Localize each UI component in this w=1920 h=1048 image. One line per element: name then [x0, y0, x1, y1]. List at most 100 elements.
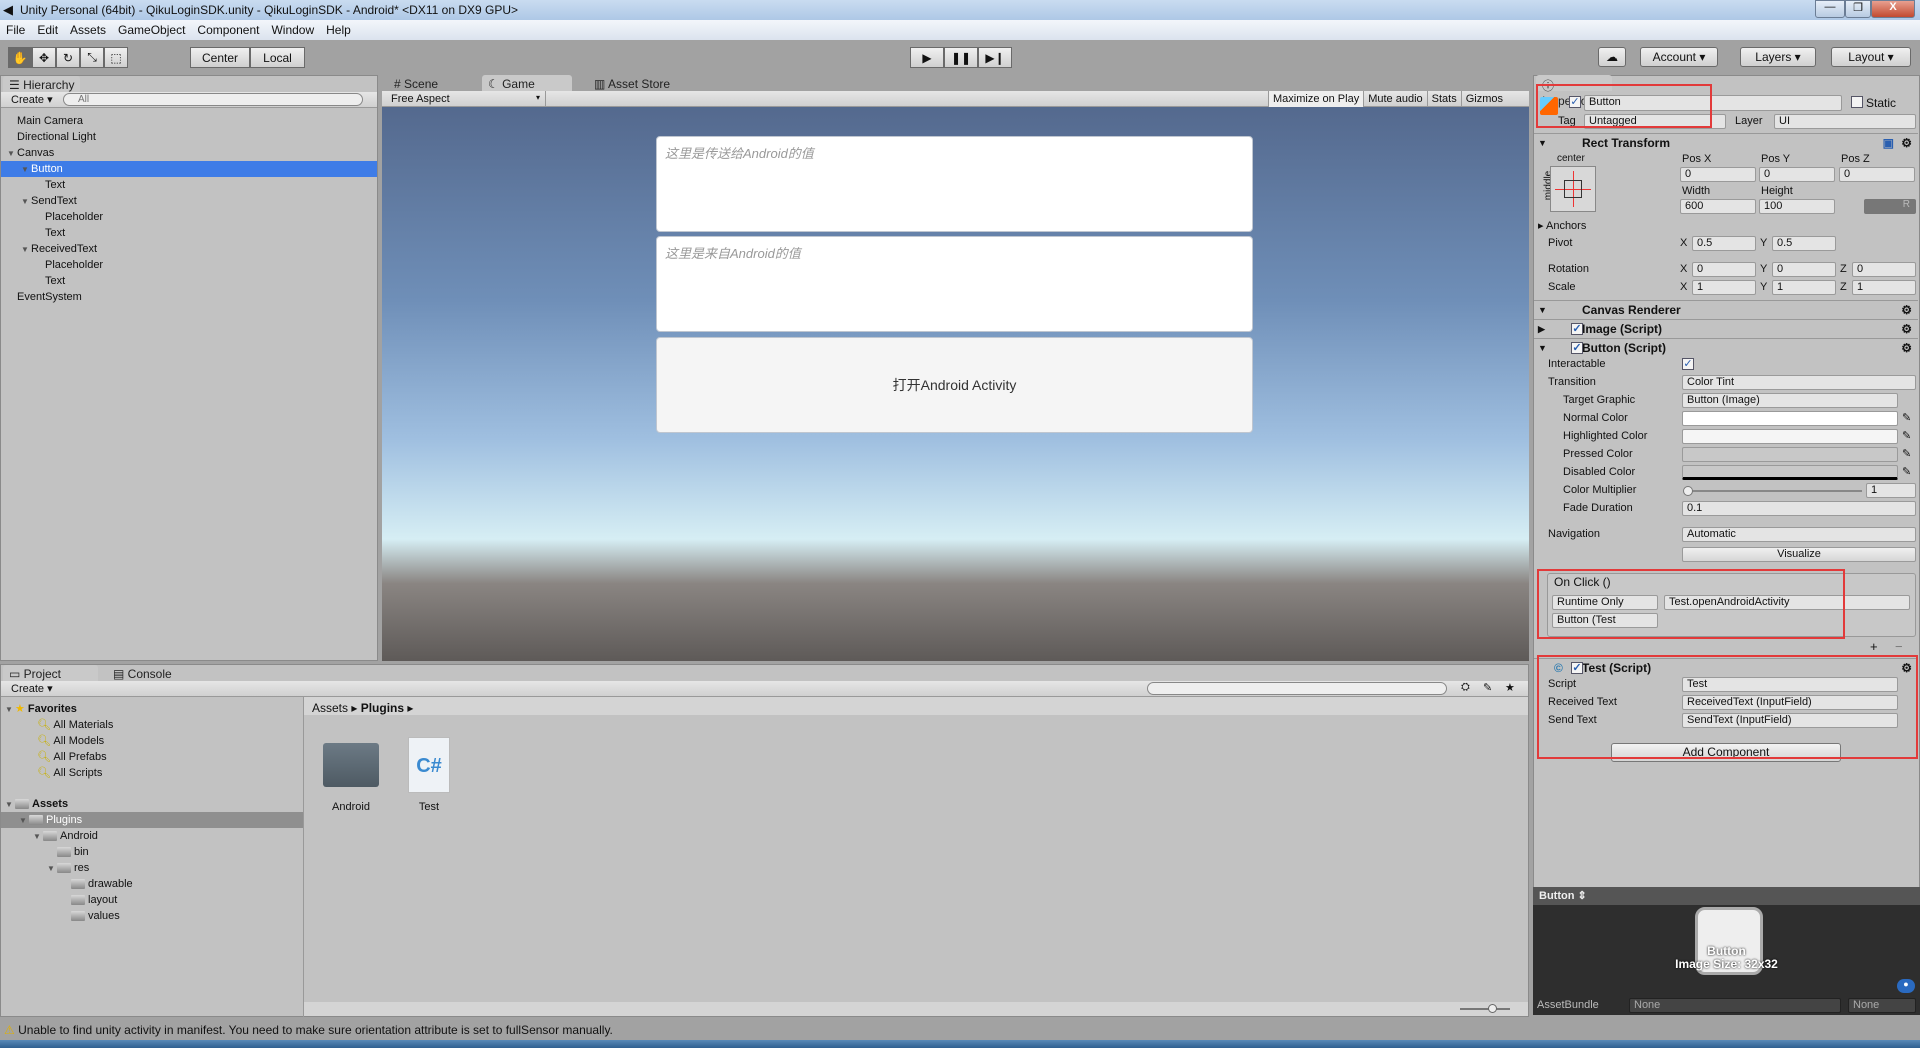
hierarchy-item[interactable]: ▼ Canvas — [1, 145, 377, 161]
favorite-item[interactable]: 🔍︎ All Scripts — [1, 765, 303, 781]
hierarchy-item[interactable]: Text — [1, 273, 377, 289]
favorites-section[interactable]: ▼ ★ Favorites — [1, 701, 303, 717]
rotate-tool-icon[interactable]: ↻ — [56, 47, 80, 68]
received-text-inputfield[interactable]: 这里是来自Android的值 — [656, 236, 1253, 332]
hierarchy-item[interactable]: Placeholder — [1, 209, 377, 225]
tree-folder[interactable]: drawable — [1, 876, 303, 892]
close-button[interactable]: X — [1871, 0, 1915, 18]
breadcrumb-plugins[interactable]: Plugins — [361, 701, 404, 715]
aspect-dropdown[interactable]: Free Aspect ▾ — [386, 91, 546, 107]
button-enabled-checkbox[interactable]: ✓ — [1571, 342, 1583, 354]
layers-dropdown[interactable]: Layers ▾ — [1740, 47, 1816, 67]
image-enabled-checkbox[interactable]: ✓ — [1571, 323, 1583, 335]
preview-header[interactable]: Button ⇕ — [1533, 887, 1920, 905]
gizmos-dropdown[interactable]: Gizmos — [1460, 91, 1507, 107]
send-text-inputfield[interactable]: 这里是传送给Android的值 — [656, 136, 1253, 232]
tab-project[interactable]: ▭ Project — [3, 665, 98, 681]
tree-folder[interactable]: bin — [1, 844, 303, 860]
assetbundle-variant-dropdown[interactable]: None — [1848, 998, 1916, 1013]
expand-arrow-icon[interactable]: ▼ — [7, 146, 17, 162]
help-icon[interactable]: ▣ — [1883, 134, 1894, 152]
fade-duration-input[interactable]: 0.1 — [1682, 501, 1916, 516]
move-tool-icon[interactable]: ✥ — [32, 47, 56, 68]
minimize-button[interactable]: — — [1815, 0, 1845, 18]
gear-icon[interactable]: ⚙ — [1901, 301, 1912, 319]
menu-window[interactable]: Window — [271, 23, 314, 37]
gear-icon[interactable]: ⚙ — [1901, 320, 1912, 338]
assets-folder[interactable]: ▼ Assets — [1, 796, 303, 812]
project-create-button[interactable]: Create ▾ — [11, 682, 53, 695]
menu-gameobject[interactable]: GameObject — [118, 23, 185, 37]
hierarchy-item[interactable]: EventSystem — [1, 289, 377, 305]
expand-arrow-icon[interactable]: ▼ — [5, 797, 15, 813]
pressed-color-swatch[interactable] — [1682, 447, 1898, 462]
pos-z-input[interactable]: 0 — [1839, 167, 1915, 182]
menu-help[interactable]: Help — [326, 23, 351, 37]
eyedropper-icon[interactable]: ✎ — [1902, 447, 1911, 460]
anchor-preset-button[interactable] — [1550, 166, 1596, 212]
hierarchy-search-input[interactable] — [63, 93, 363, 106]
gear-icon[interactable]: ⚙ — [1901, 134, 1912, 152]
favorite-item[interactable]: 🔍︎ All Models — [1, 733, 303, 749]
favorite-item[interactable]: 🔍︎ All Prefabs — [1, 749, 303, 765]
assetbundle-dropdown[interactable]: None — [1629, 998, 1841, 1013]
favorite-star-icon[interactable]: ★ — [1505, 681, 1515, 694]
tab-asset-store[interactable]: ▥ Asset Store — [588, 75, 676, 91]
disabled-color-swatch[interactable] — [1682, 465, 1898, 480]
height-input[interactable]: 100 — [1759, 199, 1835, 214]
hierarchy-item[interactable]: ▼ ReceivedText — [1, 241, 377, 257]
highlighted-color-swatch[interactable] — [1682, 429, 1898, 444]
cloud-icon[interactable]: ☁ — [1598, 47, 1626, 67]
expand-arrow-icon[interactable]: ▼ — [21, 194, 31, 210]
static-checkbox[interactable] — [1851, 96, 1863, 108]
transition-dropdown[interactable]: Color Tint — [1682, 375, 1916, 390]
tab-scene[interactable]: # Scene — [388, 75, 444, 91]
status-bar[interactable]: ⚠ Unable to find unity activity in manif… — [0, 1020, 1920, 1040]
interactable-checkbox[interactable]: ✓ — [1682, 358, 1694, 370]
hierarchy-create-button[interactable]: Create ▾ — [11, 93, 53, 106]
asset-test-script[interactable]: C# Test — [397, 737, 461, 813]
layout-dropdown[interactable]: Layout ▾ — [1831, 47, 1911, 67]
target-graphic-field[interactable]: Button (Image) — [1682, 393, 1898, 408]
navigation-dropdown[interactable]: Automatic — [1682, 527, 1916, 542]
width-input[interactable]: 600 — [1680, 199, 1756, 214]
tree-folder[interactable]: ▼ res — [1, 860, 303, 876]
icon-size-slider[interactable] — [1460, 1004, 1510, 1013]
maximize-button[interactable]: ❐ — [1845, 0, 1871, 18]
gear-icon[interactable]: ⚙ — [1901, 339, 1912, 357]
open-android-activity-button[interactable]: 打开Android Activity — [656, 337, 1253, 433]
mute-audio-toggle[interactable]: Mute audio — [1363, 91, 1426, 107]
visualize-button[interactable]: Visualize — [1682, 547, 1916, 562]
play-icon[interactable]: ▶ — [910, 47, 944, 68]
account-dropdown[interactable]: Account ▾ — [1640, 47, 1718, 67]
rect-transform-header[interactable]: ▼ Rect Transform ⚙ ▣ — [1534, 133, 1918, 151]
filter-type-icon[interactable]: ⛭ — [1461, 681, 1470, 694]
tab-hierarchy[interactable]: ☰ Hierarchy — [3, 76, 81, 92]
pause-icon[interactable]: ❚❚ — [944, 47, 978, 68]
filter-label-icon[interactable]: ✎ — [1483, 681, 1492, 694]
rot-y-input[interactable]: 0 — [1772, 262, 1836, 277]
rot-z-input[interactable]: 0 — [1852, 262, 1916, 277]
stats-toggle[interactable]: Stats — [1426, 91, 1461, 107]
menu-component[interactable]: Component — [197, 23, 259, 37]
eyedropper-icon[interactable]: ✎ — [1902, 465, 1911, 478]
breadcrumb-assets[interactable]: Assets — [312, 701, 348, 715]
scale-x-input[interactable]: 1 — [1692, 280, 1756, 295]
tree-folder[interactable]: layout — [1, 892, 303, 908]
rect-tool-icon[interactable]: ⬚ — [104, 47, 128, 68]
hierarchy-item[interactable]: Directional Light — [1, 129, 377, 145]
maximize-on-play-toggle[interactable]: Maximize on Play — [1268, 91, 1364, 107]
raw-edit-button[interactable]: R — [1864, 199, 1916, 214]
expand-arrow-icon[interactable]: ▼ — [19, 813, 29, 829]
pivot-x-input[interactable]: 0.5 — [1692, 236, 1756, 251]
tree-folder[interactable]: ▼ Plugins — [1, 812, 303, 828]
pivot-y-input[interactable]: 0.5 — [1772, 236, 1836, 251]
normal-color-swatch[interactable] — [1682, 411, 1898, 426]
slider-thumb[interactable] — [1683, 486, 1693, 496]
tab-console[interactable]: ▤ Console — [107, 665, 178, 681]
expand-arrow-icon[interactable]: ▼ — [47, 861, 57, 877]
pivot-local-button[interactable]: Local — [250, 47, 305, 68]
tree-folder[interactable]: values — [1, 908, 303, 924]
remove-event-button[interactable]: − — [1895, 639, 1903, 654]
eyedropper-icon[interactable]: ✎ — [1902, 411, 1911, 424]
